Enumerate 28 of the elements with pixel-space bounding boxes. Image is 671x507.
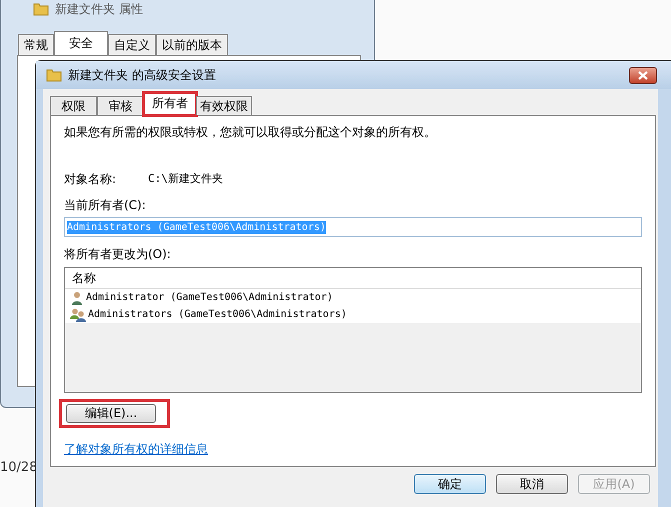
tab[interactable]: 以前的版本 [156,34,228,55]
tab[interactable]: 自定义 [108,34,156,55]
close-button[interactable] [629,66,657,84]
field-label: 将所有者更改为(O): [64,246,172,263]
users-icon [70,308,86,322]
field-label: 对象名称: [64,171,116,188]
info-link[interactable]: 了解对象所有权的详细信息 [64,441,208,458]
folder-icon [46,68,62,82]
tab[interactable]: 所有者 [144,93,196,115]
tab[interactable]: 有效权限 [196,96,252,115]
list-item[interactable]: Administrators (GameTest006\Administrators) [65,306,641,323]
window-title: 新建文件夹 的高级安全设置 [68,66,216,84]
object-name: C:\新建文件夹 [148,171,223,187]
user-icon [70,290,84,304]
dialog-button[interactable]: 取消 [496,474,568,494]
tab[interactable]: 审核 [97,96,144,115]
description-text: 如果您有所需的权限或特权，您就可以取得或分配这个对象的所有权。 [64,124,437,141]
close-icon [638,70,648,80]
folder-icon [33,2,49,16]
tab[interactable]: 权限 [50,96,97,115]
field-label: 当前所有者(C): [64,197,147,214]
list-item[interactable]: Administrator (GameTest006\Administrator) [65,289,641,306]
column-header[interactable]: 名称 [65,268,641,289]
edit-button[interactable]: 编辑(E)... [66,404,156,423]
tab[interactable]: 常规 [18,34,54,55]
tab[interactable]: 安全 [54,31,108,55]
window-title: 新建文件夹 属性 [55,0,143,18]
dialog-button[interactable]: 确定 [414,474,486,494]
